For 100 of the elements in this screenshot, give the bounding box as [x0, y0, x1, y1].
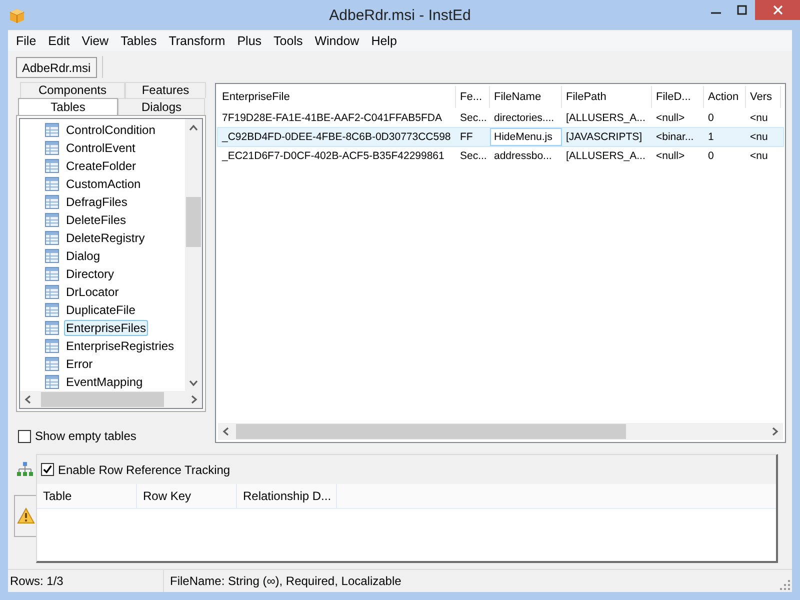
left-chevron-icon[interactable] — [222, 427, 231, 436]
table-list-item[interactable]: EventMapping — [64, 374, 145, 390]
checkbox-label: Show empty tables — [35, 429, 136, 443]
table-icon — [44, 338, 60, 354]
close-icon — [772, 5, 782, 15]
menu-item[interactable]: Tools — [268, 31, 309, 51]
column-header[interactable]: Action — [704, 86, 746, 108]
table-icon — [44, 374, 60, 390]
document-tab[interactable]: AdbeRdr.msi — [16, 57, 97, 78]
table-list-item[interactable]: CreateFolder — [64, 158, 138, 174]
table-cell-text: 0 — [707, 149, 715, 164]
hierarchy-icon[interactable] — [16, 460, 34, 478]
table-cell-text: Sec... — [459, 111, 488, 126]
table-icon — [44, 194, 60, 210]
column-header[interactable]: FileD... — [652, 86, 704, 108]
table-list-item[interactable]: DeleteRegistry — [64, 230, 147, 246]
table-cell-text: _EC21D6F7-D0CF-402B-ACF5-B35F42299861 — [220, 149, 446, 164]
table-list-item[interactable]: Directory — [64, 266, 116, 282]
right-chevron-icon[interactable] — [189, 395, 198, 404]
minimize-icon — [711, 12, 721, 14]
scrollbar-thumb[interactable] — [236, 424, 626, 439]
menu-item[interactable]: Window — [308, 31, 366, 51]
menu-item[interactable]: Transform — [162, 31, 232, 51]
table-cell-text: 7F19D28E-FA1E-41BE-AAF2-C041FFAB5FDA — [221, 111, 444, 126]
menu-item[interactable]: View — [76, 31, 115, 51]
down-chevron-icon[interactable] — [189, 378, 198, 387]
table-list-item[interactable]: DefragFiles — [64, 194, 130, 210]
column-header[interactable]: Table — [37, 484, 137, 508]
table-cell-text: Sec... — [459, 149, 488, 164]
column-header[interactable]: FilePath — [562, 86, 652, 108]
scrollbar-thumb[interactable] — [186, 197, 201, 247]
table-list-item[interactable]: Dialog — [64, 248, 102, 264]
table-cell: HideMenu.js — [490, 128, 562, 146]
warning-icon — [16, 507, 34, 525]
table-icon — [44, 212, 60, 228]
column-header[interactable]: Row Key — [137, 484, 237, 508]
table-list-item[interactable]: Error — [64, 356, 95, 372]
menu-item[interactable]: Tables — [114, 31, 163, 51]
checkbox[interactable] — [41, 463, 54, 476]
table-cell-text: 1 — [707, 130, 715, 145]
table-list-item[interactable]: ControlEvent — [64, 140, 138, 156]
table-cell-text: [ALLUSERS_A... — [565, 111, 646, 126]
table-list-item[interactable]: ControlCondition — [64, 122, 158, 138]
tab[interactable]: Tables — [18, 98, 118, 115]
window-title: AdbeRdr.msi - InstEd — [329, 7, 471, 24]
table-cell-text: <nu — [749, 111, 769, 126]
left-chevron-icon[interactable] — [24, 395, 33, 404]
table-cell-text: <nu — [749, 149, 769, 164]
table-cell-text: <null> — [655, 111, 686, 126]
table-list-item[interactable]: EnterpriseRegistries — [64, 338, 176, 354]
table-icon — [44, 230, 60, 246]
table-list-item[interactable]: DeleteFiles — [64, 212, 128, 228]
table-list-item[interactable]: CustomAction — [64, 176, 143, 192]
horizontal-scrollbar[interactable] — [218, 423, 783, 440]
menu-item[interactable]: File — [10, 31, 42, 51]
status-text: Rows: 1/3 — [8, 570, 164, 592]
table-icon — [44, 284, 60, 300]
table-cell-text: [JAVASCRIPTS] — [565, 130, 644, 145]
tab[interactable]: Components — [20, 82, 125, 98]
vertical-scrollbar[interactable] — [185, 119, 202, 391]
table-list-item[interactable]: EnterpriseFiles — [64, 320, 148, 336]
column-header[interactable]: Vers — [746, 86, 781, 108]
warning-tab[interactable] — [14, 495, 36, 537]
menu-item[interactable]: Plus — [231, 31, 268, 51]
up-chevron-icon[interactable] — [189, 123, 198, 132]
table-icon — [44, 140, 60, 156]
table-icon — [44, 356, 60, 372]
table-cell-text: 0 — [707, 111, 715, 126]
table-cell-text: FF — [459, 130, 474, 145]
right-chevron-icon[interactable] — [770, 427, 779, 436]
table-cell-text: <binar... — [655, 130, 695, 145]
horizontal-scrollbar[interactable] — [20, 391, 202, 408]
close-button[interactable] — [755, 0, 800, 20]
table-cell-text: addressbo... — [493, 149, 553, 164]
table-icon — [44, 176, 60, 192]
column-header[interactable]: FileName — [490, 86, 562, 108]
table-cell-text: <nu — [749, 130, 769, 145]
table-list-item[interactable]: DrLocator — [64, 284, 121, 300]
column-header[interactable]: Fe... — [456, 86, 490, 108]
table-icon — [44, 158, 60, 174]
table-icon — [44, 320, 60, 336]
menu-item[interactable]: Edit — [42, 31, 76, 51]
tab[interactable]: Dialogs — [118, 98, 205, 115]
table-cell-text: _C92BD4FD-0DEE-4FBE-8C6B-0D30773CC598 — [220, 130, 452, 145]
menu-item[interactable]: Help — [365, 31, 403, 51]
table-cell-text: directories.... — [493, 111, 556, 126]
scrollbar-thumb[interactable] — [41, 392, 164, 407]
table-icon — [44, 302, 60, 318]
status-text: FileName: String (∞), Required, Localizable — [169, 574, 402, 588]
tab[interactable]: Features — [125, 82, 206, 98]
maximize-icon — [737, 5, 747, 15]
column-header[interactable]: Relationship D... — [237, 484, 337, 508]
resize-grip-icon[interactable] — [780, 580, 790, 590]
table-icon — [44, 248, 60, 264]
table-list-item[interactable]: DuplicateFile — [64, 302, 138, 318]
table-icon — [44, 122, 60, 138]
checkbox[interactable] — [18, 430, 31, 442]
box-icon — [8, 6, 26, 24]
table-cell-text: <null> — [655, 149, 686, 164]
column-header[interactable]: EnterpriseFile — [218, 86, 456, 108]
